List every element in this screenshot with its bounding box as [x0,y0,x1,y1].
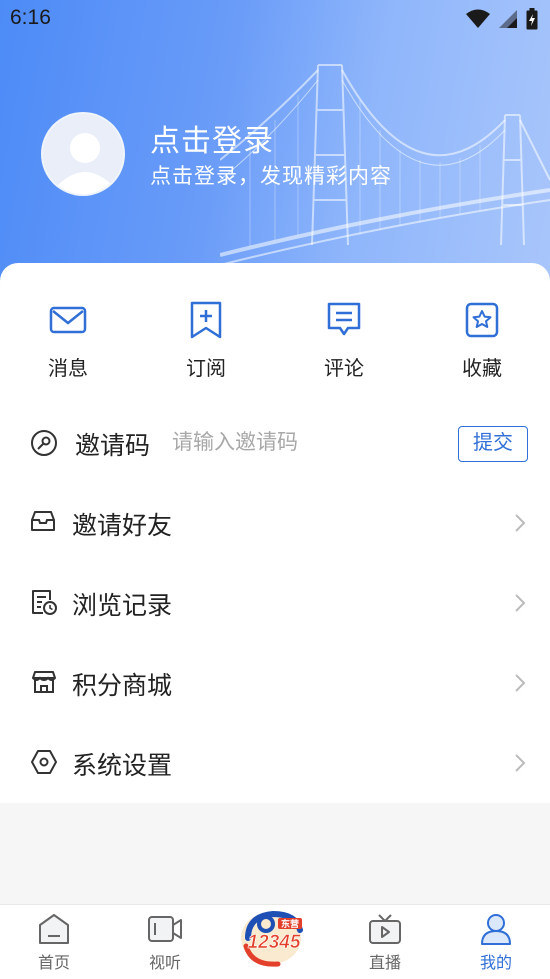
menu-item-label: 系统设置 [72,752,173,780]
hexagon-settings-icon [31,750,57,774]
quick-action-subscribe[interactable]: 订阅 [156,300,256,381]
hotline-logo-button[interactable]: 东营 12345 [238,908,308,968]
menu-item-label: 邀请好友 [72,512,173,540]
key-icon [31,430,57,456]
invite-code-row: 邀请码 提交 [0,412,550,474]
quick-action-favorites[interactable]: 收藏 [432,300,532,381]
tab-label: 我的 [479,955,512,972]
video-icon [148,916,182,942]
store-icon [32,671,56,693]
logo-number-text: 12345 [248,932,301,953]
login-title[interactable]: 点击登录 [150,116,274,160]
tab-home[interactable]: 首页 [14,911,94,973]
chevron-right-icon [515,674,526,692]
invite-code-input[interactable] [172,426,442,460]
home-icon [39,914,69,944]
star-icon [465,302,499,338]
quick-action-comments[interactable]: 评论 [294,300,394,381]
tab-label: 视听 [148,955,181,972]
bookmark-add-icon [190,301,222,339]
tab-live[interactable]: 直播 [345,911,425,973]
invite-submit-button[interactable]: 提交 [458,426,528,462]
invite-code-label: 邀请码 [75,432,151,460]
user-avatar-icon [43,114,123,194]
menu-item-label: 积分商城 [72,672,173,700]
quick-action-label: 订阅 [186,358,226,380]
user-icon [481,914,511,945]
menu-item-points-mall[interactable]: 积分商城 [0,643,550,723]
chevron-right-icon [515,514,526,532]
quick-action-label: 评论 [324,358,364,380]
login-subtitle: 点击登录，发现精彩内容 [150,165,392,188]
tab-video[interactable]: 视听 [125,911,205,973]
status-time: 6:16 [10,6,51,29]
comment-icon [327,302,361,336]
status-bar: 6:16 [0,0,550,38]
quick-actions: 消息 订阅 评论 收藏 [0,300,550,390]
avatar[interactable] [41,112,125,196]
inbox-icon [31,511,55,531]
quick-action-messages[interactable]: 消息 [18,300,118,381]
chevron-right-icon [515,754,526,772]
tab-label: 首页 [37,955,70,972]
tab-label: 直播 [368,955,401,972]
signal-icon [499,10,517,28]
menu-item-label: 浏览记录 [72,592,173,620]
tab-mine[interactable]: 我的 [456,911,536,973]
mail-icon [49,306,87,334]
logo-badge-text: 东营 [281,918,299,930]
quick-action-label: 收藏 [462,358,502,380]
chevron-right-icon [515,594,526,612]
menu-item-system-settings[interactable]: 系统设置 [0,723,550,803]
tv-icon [369,914,401,944]
battery-icon [526,8,538,30]
history-doc-icon [32,590,57,615]
status-icons [466,8,538,30]
wifi-icon [466,9,490,28]
quick-action-label: 消息 [48,358,88,380]
menu-item-browse-history[interactable]: 浏览记录 [0,563,550,643]
menu-item-invite-friends[interactable]: 邀请好友 [0,483,550,563]
